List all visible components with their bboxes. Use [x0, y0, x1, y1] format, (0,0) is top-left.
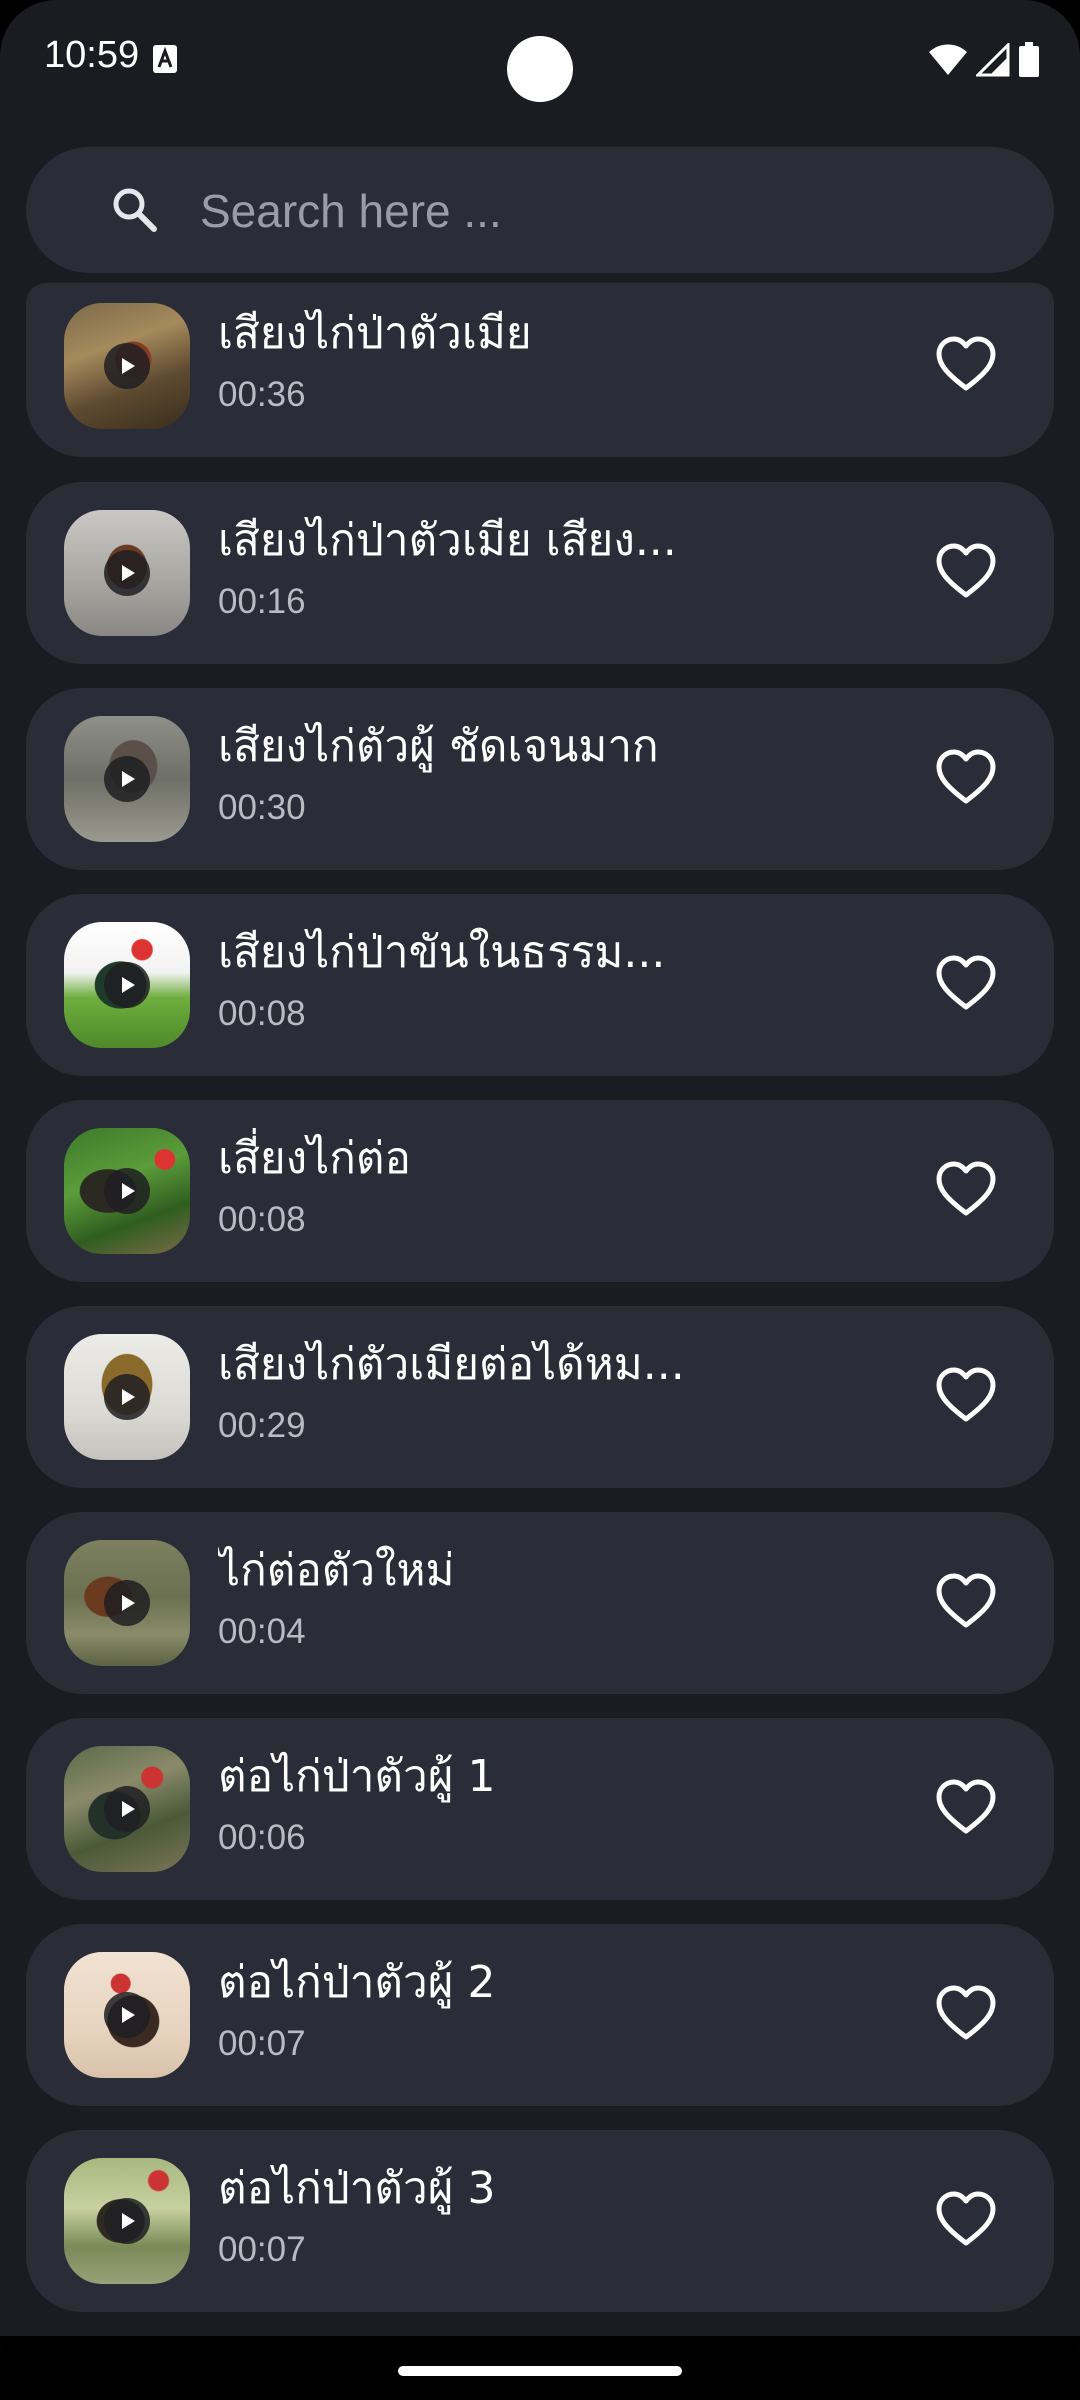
status-time: 10:59 [44, 34, 140, 76]
sound-title: เสียงไก่ป่าตัวเมีย [218, 308, 532, 359]
app-screen: 10:59 Search here ... เสียงไก่ป่าตัวเมีย… [0, 0, 1080, 2400]
sound-duration: 00:07 [218, 2024, 306, 2063]
cellular-signal-icon [976, 43, 1010, 77]
heart-outline-icon[interactable] [934, 952, 998, 1016]
list-item[interactable]: เสียงไก่ป่าตัวเมีย 00:36 [26, 283, 1054, 457]
sound-title: ต่อไก่ป่าตัวผู้ 1 [218, 1751, 496, 1802]
sound-thumbnail[interactable] [64, 1128, 190, 1254]
battery-icon [1019, 42, 1039, 77]
list-item[interactable]: เสี่ยงไก่ต่อ 00:08 [26, 1100, 1054, 1282]
play-icon[interactable] [104, 1168, 150, 1214]
search-input[interactable] [198, 170, 1022, 252]
sound-thumbnail[interactable] [64, 1746, 190, 1872]
play-icon[interactable] [104, 1786, 150, 1832]
play-icon[interactable] [104, 962, 150, 1008]
play-icon[interactable] [104, 1992, 150, 2038]
sound-thumbnail[interactable] [64, 1334, 190, 1460]
sound-duration: 00:06 [218, 1818, 306, 1857]
sound-duration: 00:30 [218, 788, 306, 827]
sound-duration: 00:07 [218, 2230, 306, 2269]
home-indicator[interactable] [398, 2366, 682, 2376]
sound-title: ต่อไก่ป่าตัวผู้ 3 [218, 2163, 496, 2214]
sound-duration: 00:29 [218, 1406, 306, 1445]
accessibility-a-icon [153, 45, 177, 73]
search-bar[interactable] [26, 147, 1054, 273]
heart-outline-icon[interactable] [934, 1364, 998, 1428]
list-item[interactable]: ต่อไก่ป่าตัวผู้ 2 00:07 [26, 1924, 1054, 2106]
sound-title: ต่อไก่ป่าตัวผู้ 2 [218, 1957, 496, 2008]
list-item[interactable]: เสียงไก่ตัวเมียต่อได้หม... 00:29 [26, 1306, 1054, 1488]
status-icons [928, 40, 1040, 80]
heart-outline-icon[interactable] [934, 1776, 998, 1840]
heart-outline-icon[interactable] [934, 540, 998, 604]
play-icon[interactable] [104, 1580, 150, 1626]
play-icon[interactable] [104, 343, 150, 389]
sound-thumbnail[interactable] [64, 922, 190, 1048]
play-icon[interactable] [104, 756, 150, 802]
heart-outline-icon[interactable] [934, 333, 998, 397]
sound-thumbnail[interactable] [64, 510, 190, 636]
list-item[interactable]: ต่อไก่ป่าตัวผู้ 1 00:06 [26, 1718, 1054, 1900]
sound-duration: 00:36 [218, 375, 306, 414]
heart-outline-icon[interactable] [934, 2188, 998, 2252]
heart-outline-icon[interactable] [934, 1982, 998, 2046]
list-item[interactable]: เสียงไก่ป่าขันในธรรม... 00:08 [26, 894, 1054, 1076]
list-item[interactable]: ไก่ต่อตัวใหม่ 00:04 [26, 1512, 1054, 1694]
play-icon[interactable] [104, 2198, 150, 2244]
sound-title: ไก่ต่อตัวใหม่ [218, 1545, 455, 1596]
list-item[interactable]: เสียงไก่ตัวผู้ ชัดเจนมาก 00:30 [26, 688, 1054, 870]
sound-thumbnail[interactable] [64, 1952, 190, 2078]
sound-title: เสียงไก่ตัวเมียต่อได้หม... [218, 1339, 685, 1390]
wifi-icon [929, 44, 967, 75]
sound-duration: 00:16 [218, 582, 306, 621]
sound-title: เสียงไก่ตัวผู้ ชัดเจนมาก [218, 721, 659, 772]
sound-thumbnail[interactable] [64, 1540, 190, 1666]
list-item[interactable]: ต่อไก่ป่าตัวผู้ 3 00:07 [26, 2130, 1054, 2312]
heart-outline-icon[interactable] [934, 746, 998, 810]
sound-title: เสียงไก่ป่าตัวเมีย เสียง... [218, 515, 677, 566]
sound-title: เสียงไก่ป่าขันในธรรม... [218, 927, 666, 978]
sound-thumbnail[interactable] [64, 716, 190, 842]
play-icon[interactable] [104, 1374, 150, 1420]
sound-duration: 00:08 [218, 994, 306, 1033]
sound-thumbnail[interactable] [64, 2158, 190, 2284]
sound-title: เสี่ยงไก่ต่อ [218, 1133, 411, 1184]
search-icon [113, 188, 157, 232]
heart-outline-icon[interactable] [934, 1158, 998, 1222]
list-item[interactable]: เสียงไก่ป่าตัวเมีย เสียง... 00:16 [26, 482, 1054, 664]
status-bar: 10:59 [0, 0, 1080, 120]
sound-duration: 00:08 [218, 1200, 306, 1239]
heart-outline-icon[interactable] [934, 1570, 998, 1634]
sound-duration: 00:04 [218, 1612, 306, 1651]
play-icon[interactable] [104, 550, 150, 596]
camera-cutout [507, 36, 573, 102]
sound-thumbnail[interactable] [64, 303, 190, 429]
